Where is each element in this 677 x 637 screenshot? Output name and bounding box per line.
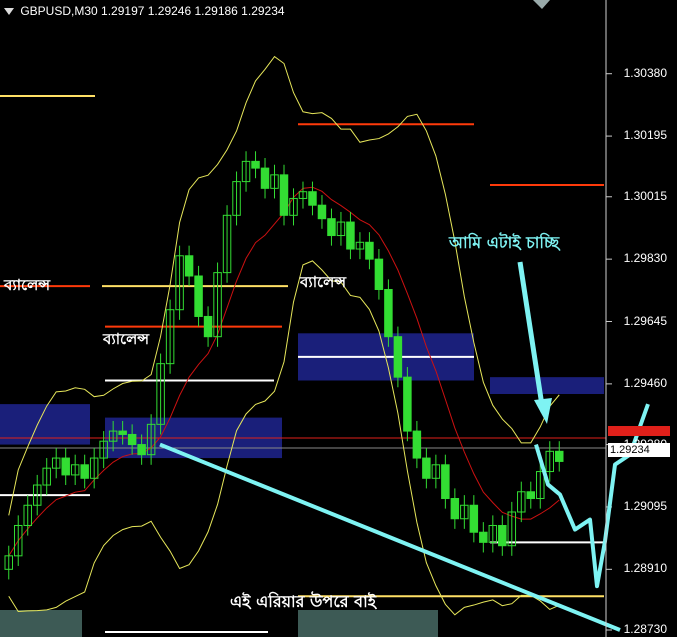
zone-3 (490, 377, 604, 394)
candle-body-58 (555, 450, 564, 462)
candle-body-19 (184, 255, 194, 277)
symbol-dropdown-icon[interactable] (4, 8, 14, 15)
chart-header: GBPUSD,M30 1.29197 1.29246 1.29186 1.292… (4, 4, 285, 18)
candle-body-21 (203, 315, 213, 338)
candle-body-44 (422, 457, 431, 479)
candle-body-40 (384, 288, 393, 338)
candle-body-50 (479, 531, 488, 543)
candle-body-14 (137, 444, 146, 456)
candle-body-12 (118, 430, 127, 435)
price-tick-2: 1.30015 (623, 188, 667, 203)
candle-body-42 (403, 376, 412, 432)
candle-body-47 (450, 498, 460, 520)
balance-label-left: ব্যালেন্স (4, 276, 51, 294)
price-tick-1: 1.30195 (623, 128, 667, 143)
symbol-timeframe: GBPUSD,M30 (20, 4, 98, 18)
candle-body-29 (279, 174, 289, 216)
buy-above-area-annotation: এই এরিয়ার উপরে বাই (230, 592, 377, 611)
candle-body-34 (327, 218, 336, 237)
chart-canvas[interactable] (0, 0, 677, 637)
candle-body-49 (469, 504, 479, 533)
candle-body-46 (441, 464, 450, 500)
candle-body-13 (127, 433, 137, 446)
candle-body-38 (365, 241, 374, 260)
balance-label-right: ব্যালেন্স (300, 273, 347, 291)
want-this-annotation: আমি এটাই চাচ্ছি (449, 233, 560, 252)
price-tick-8: 1.28910 (623, 561, 667, 576)
candle-body-26 (251, 160, 260, 169)
candle-body-27 (260, 167, 270, 189)
current-price-label: 1.29234 (608, 443, 670, 457)
candle-body-8 (80, 464, 89, 479)
candle-body-32 (308, 191, 317, 206)
ohlc-values: 1.29197 1.29246 1.29186 1.29234 (101, 4, 285, 18)
candle-body-39 (374, 258, 384, 290)
price-tick-5: 1.29460 (623, 375, 667, 390)
price-tick-3: 1.29830 (623, 251, 667, 266)
alert-price-marker (608, 426, 670, 436)
price-tick-9: 1.28730 (623, 622, 667, 636)
candle-body-33 (317, 204, 327, 220)
candle-body-36 (346, 221, 355, 250)
price-tick-4: 1.29645 (623, 313, 667, 328)
balance-label-middle: ব্যালেন্স (103, 330, 150, 348)
price-tick-7: 1.29095 (623, 498, 667, 513)
candle-body-43 (412, 430, 422, 459)
bottom-zone-0 (0, 610, 82, 637)
candle-body-41 (393, 336, 403, 378)
candle-body-52 (498, 524, 507, 547)
candle-body-6 (61, 457, 70, 476)
candle-body-20 (194, 275, 203, 317)
price-tick-0: 1.30380 (623, 65, 667, 80)
candle-body-55 (526, 491, 536, 500)
